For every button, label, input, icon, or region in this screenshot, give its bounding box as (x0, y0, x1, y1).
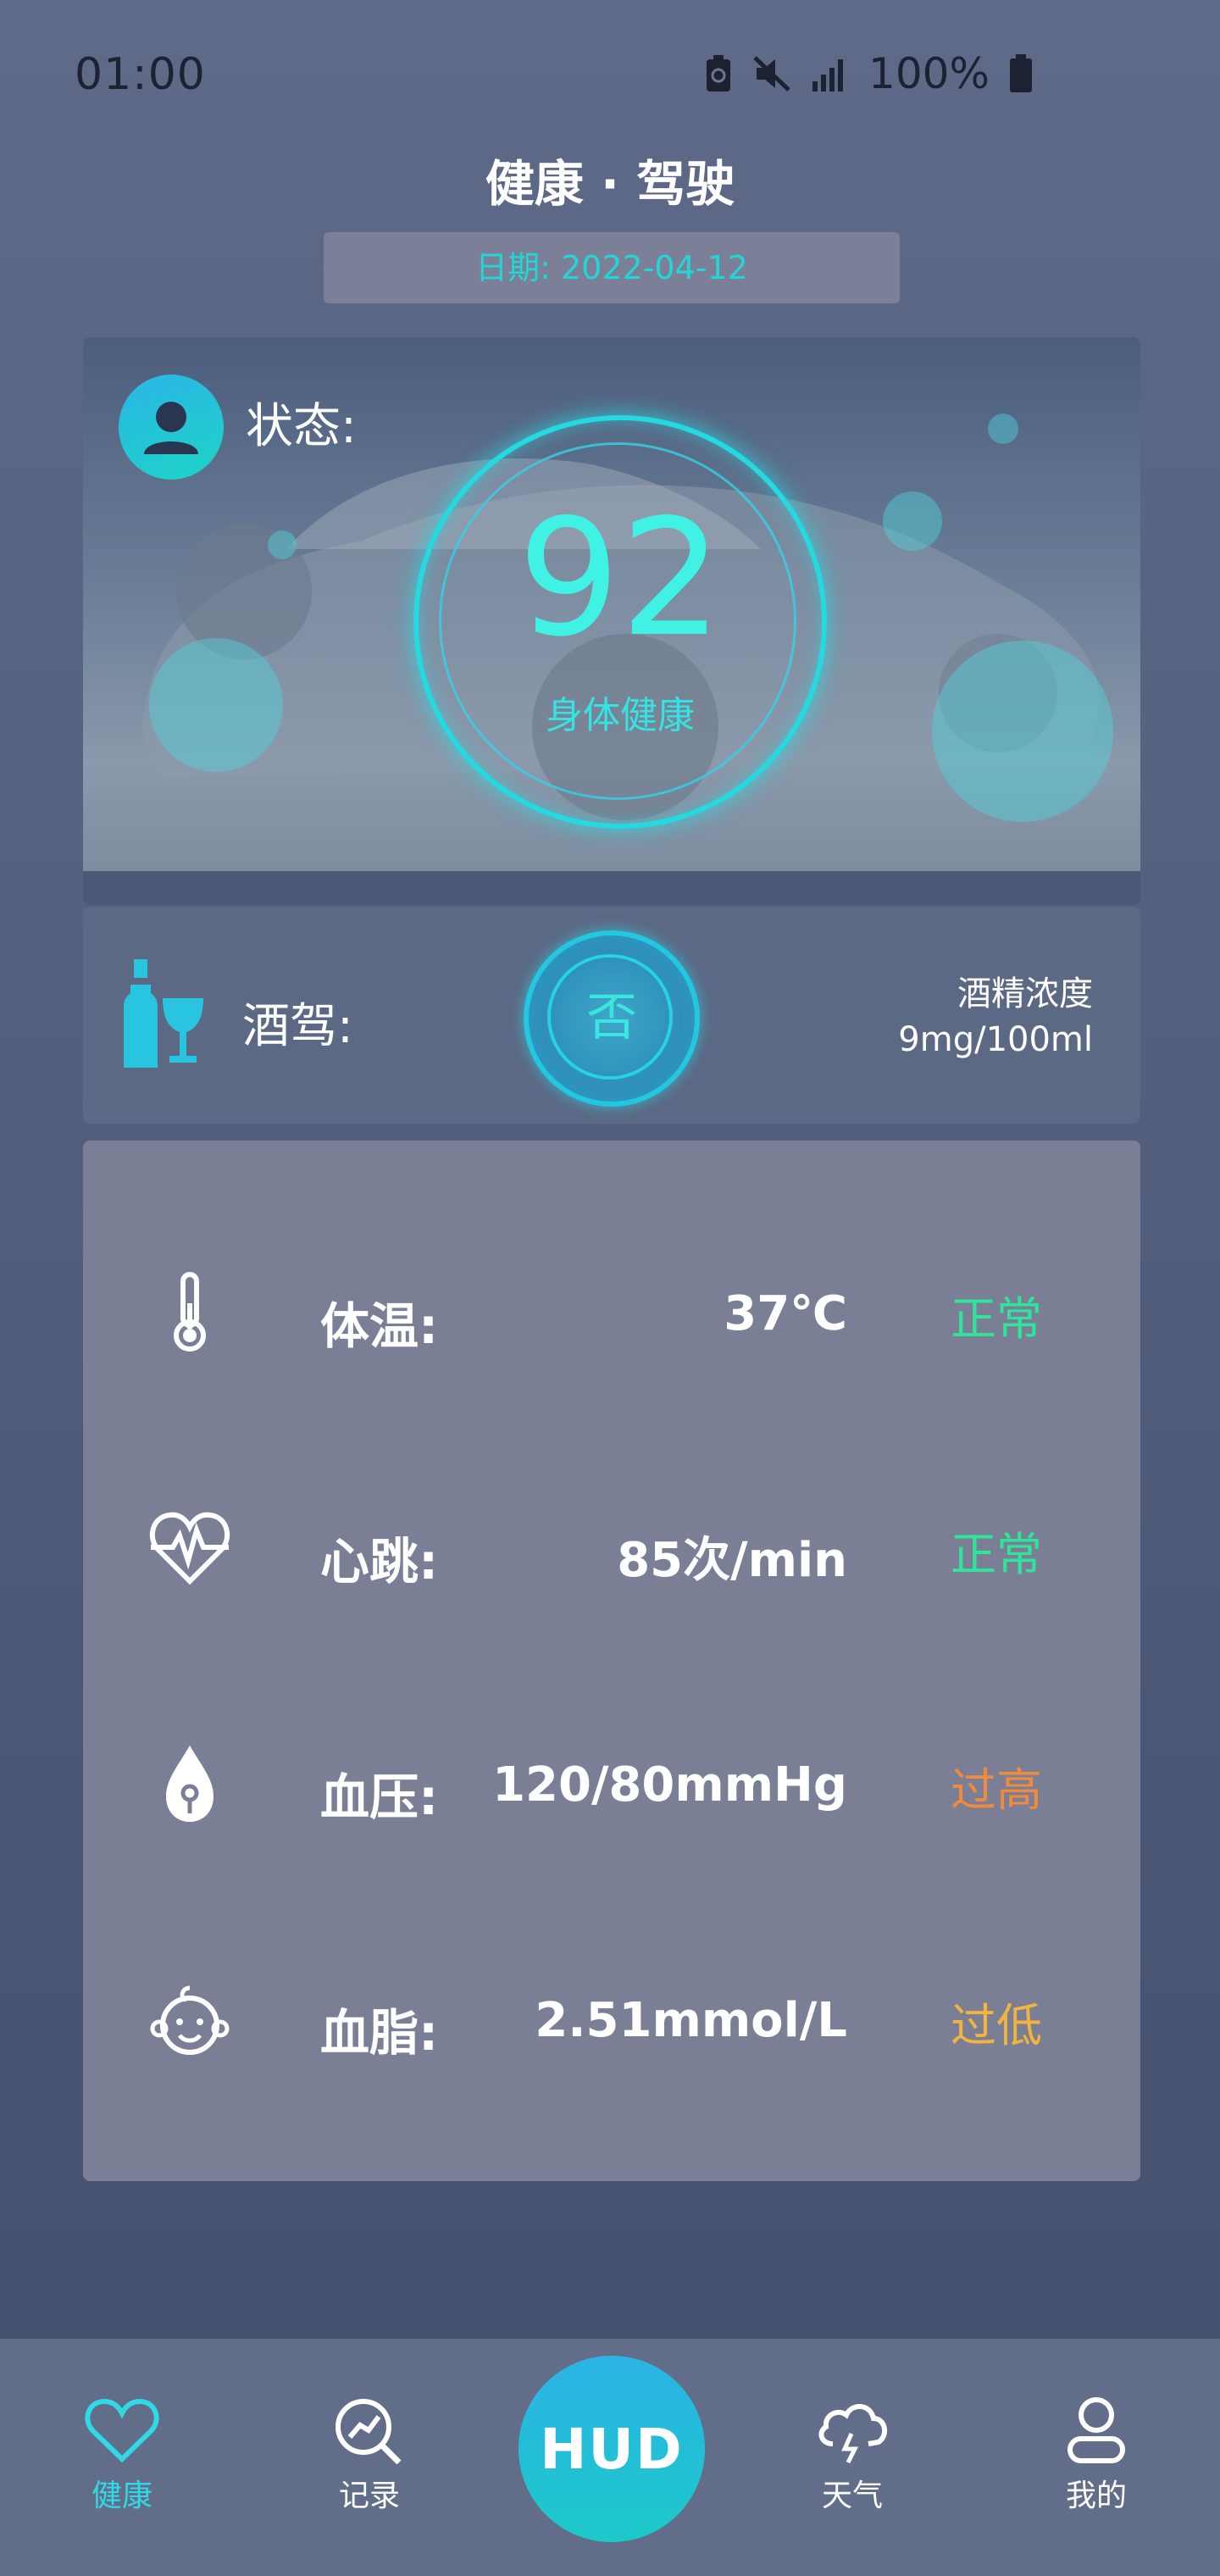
metric-status: 正常 (951, 1528, 1042, 1581)
health-score-label: 身体健康 (546, 694, 695, 737)
tab-label: 记录 (338, 2479, 400, 2513)
baby-face-icon (150, 1985, 230, 2055)
tab-mine[interactable]: 我的 (1020, 2396, 1173, 2515)
metric-value: 85次/min (617, 1533, 847, 1588)
tab-label: 我的 (1065, 2479, 1127, 2513)
decor-bubble (149, 638, 283, 772)
battery-icon (1010, 54, 1032, 92)
wine-bottle-icon (124, 959, 203, 1068)
metric-label: 心跳: (320, 1533, 439, 1591)
metric-row-blood-lipid: 血脂: 2.51mmol/L 过低 (83, 1968, 1140, 2069)
decor-bubble (988, 414, 1018, 444)
metric-row-heart-rate: 心跳: 85次/min 正常 (83, 1496, 1140, 1598)
metric-status: 正常 (951, 1292, 1042, 1346)
drink-driving-card: 酒驾: 否 酒精浓度 9mg/100ml (83, 907, 1140, 1124)
metric-label: 血压: (320, 1768, 439, 1826)
hud-label: HUD (540, 2416, 684, 2482)
status-label: 状态: (246, 399, 357, 454)
tab-health[interactable]: 健康 (46, 2396, 198, 2515)
thermometer-icon (174, 1272, 206, 1352)
battery-percent: 100% (868, 49, 990, 98)
status-time: 01:00 (75, 49, 206, 100)
blood-drop-icon (166, 1746, 214, 1822)
decor-bubble (268, 530, 297, 559)
metric-row-temperature: 体温: 37℃ 正常 (83, 1261, 1140, 1363)
user-icon (1068, 2397, 1125, 2463)
weather-cloud-icon (818, 2404, 888, 2464)
signal-icon (812, 59, 844, 92)
heart-icon (85, 2398, 159, 2463)
health-status-card: 状态: 92 身体健康 (83, 337, 1140, 905)
mute-icon (753, 56, 790, 92)
tab-label: 天气 (821, 2479, 883, 2513)
user-avatar-icon (144, 402, 198, 454)
decor-bubble (932, 641, 1113, 822)
metric-value: 2.51mmol/L (535, 1993, 847, 2048)
metric-label: 体温: (320, 1297, 439, 1355)
health-metrics-card: 体温: 37℃ 正常 心跳: 85次/min 正常 血压: 120/80mmHg… (83, 1141, 1140, 2181)
tab-record[interactable]: 记录 (293, 2396, 446, 2515)
metric-label: 血脂: (320, 2004, 439, 2062)
metric-value: 37℃ (724, 1286, 847, 1341)
metric-row-blood-pressure: 血压: 120/80mmHg 过高 (83, 1732, 1140, 1834)
battery-saver-icon (707, 55, 731, 92)
drink-driving-value: 否 (586, 988, 637, 1047)
status-icons: 100% (704, 49, 1034, 98)
date-display: 日期: 2022-04-12 (324, 232, 900, 303)
alcohol-concentration-value: 9mg/100ml (898, 1020, 1093, 1059)
status-bar: 01:00 100% (0, 0, 1220, 153)
avatar[interactable] (119, 375, 224, 480)
decor-bubble (883, 491, 942, 551)
metric-status: 过低 (951, 1999, 1042, 2052)
health-score: 92 (518, 485, 723, 672)
page-title: 健康 · 驾驶 (485, 155, 735, 213)
heartbeat-icon (149, 1512, 230, 1585)
tab-label: 健康 (91, 2479, 152, 2513)
metric-status: 过高 (951, 1763, 1042, 1817)
tab-weather[interactable]: 天气 (776, 2396, 929, 2515)
hud-button[interactable]: HUD (518, 2356, 705, 2542)
hero-footer (83, 871, 1140, 905)
record-search-icon (336, 2399, 402, 2464)
drink-driving-label: 酒驾: (242, 999, 353, 1054)
bottom-tab-bar: 健康 记录 HUD 天气 我的 (0, 2339, 1220, 2576)
alcohol-concentration-label: 酒精浓度 (957, 974, 1093, 1013)
metric-value: 120/80mmHg (492, 1757, 847, 1813)
